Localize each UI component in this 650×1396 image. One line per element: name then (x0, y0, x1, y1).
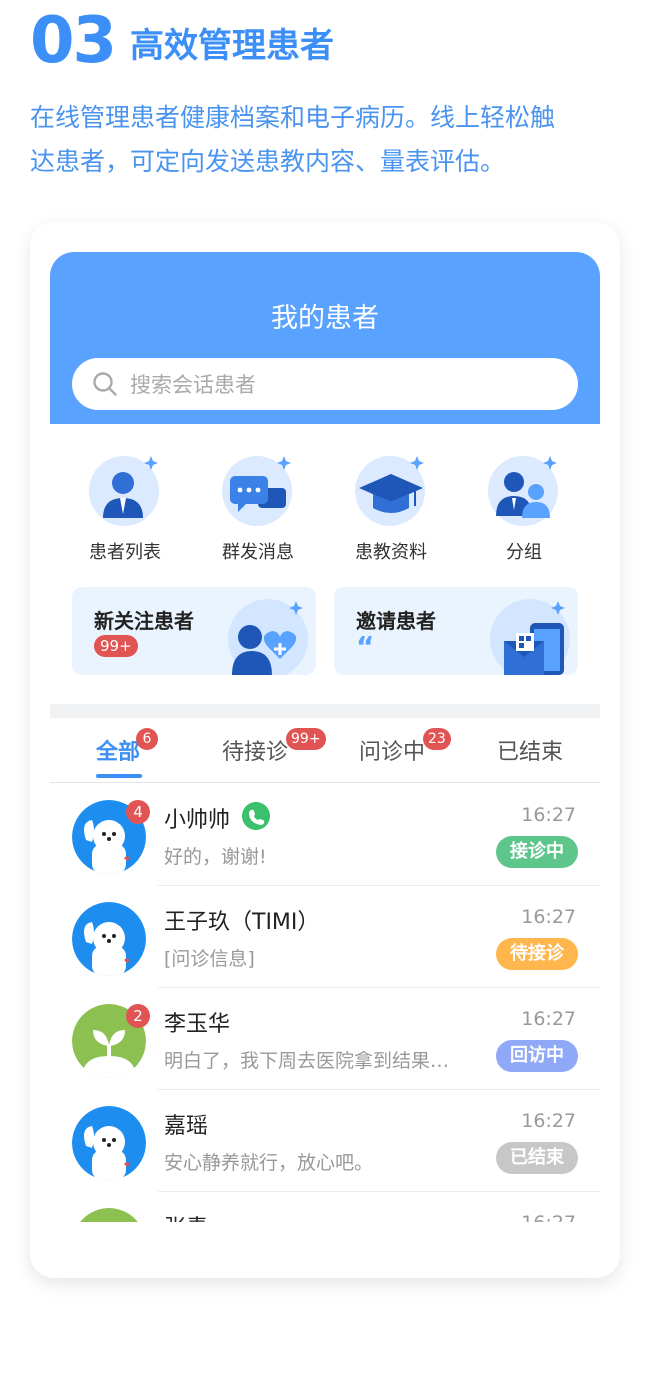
tab-badge: 6 (136, 728, 158, 750)
patient-row[interactable]: 4 小帅帅 好的，谢谢! 16:27 接诊中 (50, 784, 600, 886)
doctor-icon (103, 456, 158, 518)
message-time: 16:27 (521, 1008, 576, 1030)
avatar (72, 902, 146, 976)
tab-finished[interactable]: 已结束 (497, 734, 563, 784)
page-title: 我的患者 (271, 303, 379, 334)
status-badge: 回访中 (496, 1040, 578, 1072)
status-badge: 接诊中 (496, 836, 578, 868)
avatar (72, 1106, 146, 1180)
tab-badge: 99+ (286, 728, 326, 750)
invite-patients-card[interactable]: 邀请患者 “ (334, 587, 578, 675)
search-icon (93, 372, 117, 396)
patient-name: 小帅帅 (164, 808, 231, 833)
app-header: 我的患者 搜索会话患者 (50, 252, 600, 424)
hero-number: 03 (30, 4, 117, 78)
last-message: 明白了，我下周去医院拿到结果… (164, 1050, 450, 1072)
phone-call-icon (242, 802, 270, 830)
promo-badge: 99+ (94, 635, 138, 657)
patient-row[interactable]: 2 李玉华 明白了，我下周去医院拿到结果… 16:27 回访中 (50, 988, 600, 1090)
hero-title: 高效管理患者 (130, 26, 334, 66)
patient-heart-icon (228, 599, 308, 675)
search-placeholder: 搜索会话患者 (130, 373, 256, 397)
tab-active-indicator (96, 774, 142, 778)
chat-bubbles-icon (230, 456, 291, 512)
patient-name: 李玉华 (164, 1012, 231, 1037)
section-divider (50, 704, 600, 718)
message-time: 16:27 (521, 906, 576, 928)
invite-phone-icon (490, 599, 570, 675)
hero-description: 在线管理患者健康档案和电子病历。线上轻松触 达患者，可定向发送患教内容、量表评估… (30, 96, 620, 184)
message-time: 16:27 (521, 804, 576, 826)
patient-name: 嘉瑶 (164, 1114, 209, 1139)
last-message: 安心静养就行，放心吧。 (164, 1152, 374, 1174)
search-input[interactable]: 搜索会话患者 (72, 358, 578, 410)
unread-badge: 2 (126, 1004, 150, 1028)
quick-action-label: 患者列表 (89, 542, 161, 563)
message-time: 16:27 (521, 1110, 576, 1132)
tab-badge: 23 (423, 728, 451, 750)
last-message: 好的，谢谢! (164, 846, 267, 868)
patient-row[interactable]: 王子玖（TIMI） [问诊信息] 16:27 待接诊 (50, 886, 600, 988)
quick-action-label: 群发消息 (222, 542, 294, 563)
tab-label: 已结束 (497, 740, 564, 765)
tab-pending[interactable]: 待接诊 99+ (222, 728, 326, 784)
status-badge: 已结束 (496, 1142, 578, 1174)
patient-name: 王子玖（TIMI） (164, 910, 320, 935)
quick-action-group[interactable]: 分组 (469, 448, 579, 564)
quote-icon: “ (356, 630, 375, 663)
patient-row[interactable]: 嘉瑶 安心静养就行，放心吧。 16:27 已结束 (50, 1090, 600, 1192)
hero-desc-line-2: 达患者，可定向发送患教内容、量表评估。 (30, 147, 506, 176)
quick-action-label: 患教资料 (355, 542, 427, 563)
tabs-divider (50, 782, 600, 783)
graduation-cap-icon (359, 456, 424, 513)
quick-action-broadcast[interactable]: 群发消息 (203, 448, 313, 564)
tab-in-consultation[interactable]: 问诊中 23 (359, 728, 451, 784)
tab-label: 待接诊 (222, 740, 289, 765)
new-followers-card[interactable]: 新关注患者 99+ (72, 587, 316, 675)
hero-desc-line-1: 在线管理患者健康档案和电子病历。线上轻松触 (30, 103, 556, 132)
quick-action-patient-list[interactable]: 患者列表 (70, 448, 180, 564)
quick-action-label: 分组 (506, 542, 542, 563)
tab-label: 问诊中 (359, 740, 426, 765)
group-icon (496, 456, 557, 518)
last-message: [问诊信息] (164, 948, 255, 970)
card-bottom (30, 1222, 620, 1278)
quick-action-education[interactable]: 患教资料 (336, 448, 446, 564)
app-screen: 我的患者 搜索会话患者 患者列表 群发消息 患教资料 分组 新关注患者 99+ … (50, 252, 600, 1232)
unread-badge: 4 (126, 800, 150, 824)
phone-card: 我的患者 搜索会话患者 患者列表 群发消息 患教资料 分组 新关注患者 99+ … (30, 222, 620, 1278)
tab-label: 全部 (96, 740, 141, 765)
promo-title: 新关注患者 (94, 609, 194, 633)
status-badge: 待接诊 (496, 938, 578, 970)
